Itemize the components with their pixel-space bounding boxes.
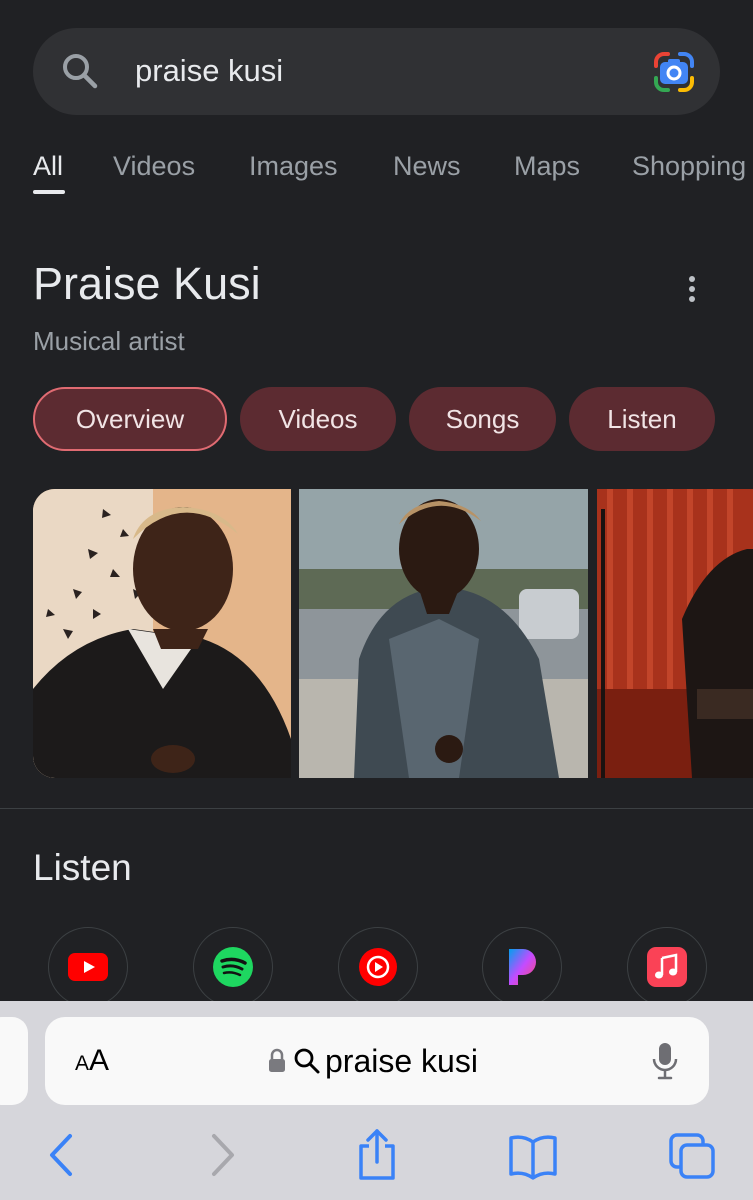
entity-title: Praise Kusi	[33, 258, 261, 309]
url-text[interactable]: praise kusi	[325, 1041, 478, 1081]
active-tab-indicator	[33, 190, 65, 194]
listen-heading: Listen	[33, 847, 132, 888]
image-carousel[interactable]	[33, 489, 753, 778]
youtube-icon[interactable]	[48, 927, 128, 1007]
spotify-icon[interactable]	[193, 927, 273, 1007]
artist-photo-2[interactable]	[299, 489, 588, 778]
back-icon[interactable]	[40, 1128, 90, 1182]
reader-settings-button[interactable]: AA	[75, 1043, 109, 1082]
chip-listen[interactable]: Listen	[569, 387, 715, 451]
share-icon[interactable]	[352, 1128, 402, 1182]
lock-icon	[269, 1048, 285, 1072]
search-bar[interactable]: praise kusi	[33, 28, 720, 115]
tab-images[interactable]: Images	[249, 150, 338, 182]
tab-maps[interactable]: Maps	[514, 150, 580, 182]
search-tabs: All Videos Images News Maps Shopping	[0, 140, 753, 200]
microphone-icon[interactable]	[651, 1041, 679, 1081]
youtube-music-icon[interactable]	[338, 927, 418, 1007]
forward-icon[interactable]	[196, 1128, 246, 1182]
tab-shopping[interactable]: Shopping	[632, 150, 746, 182]
apple-music-icon[interactable]	[627, 927, 707, 1007]
chip-videos[interactable]: Videos	[240, 387, 396, 451]
url-display[interactable]: praise kusi	[267, 1041, 478, 1081]
google-lens-icon[interactable]	[652, 50, 696, 94]
tab-videos[interactable]: Videos	[113, 150, 195, 182]
search-icon	[294, 1048, 320, 1074]
more-vert-icon[interactable]	[680, 272, 704, 306]
tab-news[interactable]: News	[393, 150, 461, 182]
pandora-icon[interactable]	[482, 927, 562, 1007]
previous-tab-preview[interactable]	[0, 1017, 28, 1105]
chip-overview[interactable]: Overview	[33, 387, 227, 451]
search-query[interactable]: praise kusi	[135, 50, 283, 92]
section-divider	[0, 808, 753, 809]
tabs-icon[interactable]	[668, 1128, 718, 1182]
entity-subtitle: Musical artist	[33, 326, 185, 356]
bookmarks-icon[interactable]	[508, 1128, 558, 1182]
address-bar[interactable]: AA praise kusi	[45, 1017, 709, 1105]
search-icon	[63, 54, 98, 89]
chip-songs[interactable]: Songs	[409, 387, 556, 451]
artist-photo-3[interactable]	[597, 489, 753, 778]
tab-all[interactable]: All	[33, 150, 63, 182]
artist-photo-1[interactable]	[33, 489, 291, 778]
